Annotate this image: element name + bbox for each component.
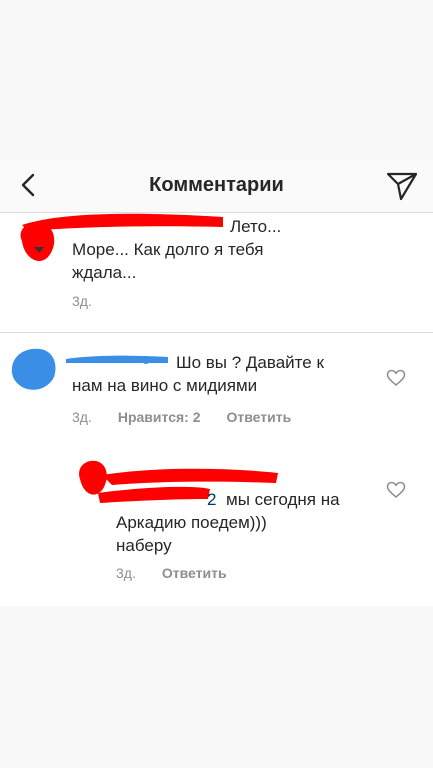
comment-timestamp: 3д. [72, 409, 92, 425]
comment-text-line: Аркадию поедем))) [116, 513, 267, 532]
comments-list: Лето... Море... Как долго я тебя ждала..… [0, 213, 433, 606]
paper-plane-icon[interactable] [385, 168, 419, 202]
comment-text-line: мы сегодня на [226, 490, 340, 509]
mention-tail[interactable]: 2 [207, 488, 216, 511]
likes-count-link[interactable]: Нравится: 2 [118, 409, 201, 425]
comment-meta: 3д. Ответить [116, 565, 227, 581]
comment-text-line: нам на вино с мидиями [72, 376, 258, 395]
reply-button[interactable]: Ответить [227, 409, 292, 425]
heart-outline-icon[interactable] [386, 481, 406, 499]
redacted-username [66, 355, 168, 364]
comment-text-line: Лето... [230, 217, 282, 236]
comment-text-line: Море... Как долго я тебя [72, 240, 264, 259]
comment-text-line: Шо вы ? Давайте к [176, 353, 324, 372]
comment-meta: 3д. [72, 293, 92, 309]
reply-button[interactable]: Ответить [162, 565, 227, 581]
comment-meta: 3д. Нравится: 2 Ответить [72, 409, 291, 425]
header-bar: Комментарии [0, 160, 433, 212]
redacted-username [22, 213, 223, 231]
blank-area [0, 0, 433, 160]
comment-timestamp: 3д. [116, 565, 136, 581]
page-title: Комментарии [149, 174, 284, 196]
blank-area [0, 606, 433, 768]
comment-timestamp: 3д. [72, 293, 92, 309]
avatar [11, 348, 56, 390]
heart-outline-icon[interactable] [386, 369, 406, 387]
comment-divider [0, 332, 433, 333]
comment-text-line: наберу [116, 536, 172, 555]
comment-text-line: ждала... [72, 263, 137, 282]
